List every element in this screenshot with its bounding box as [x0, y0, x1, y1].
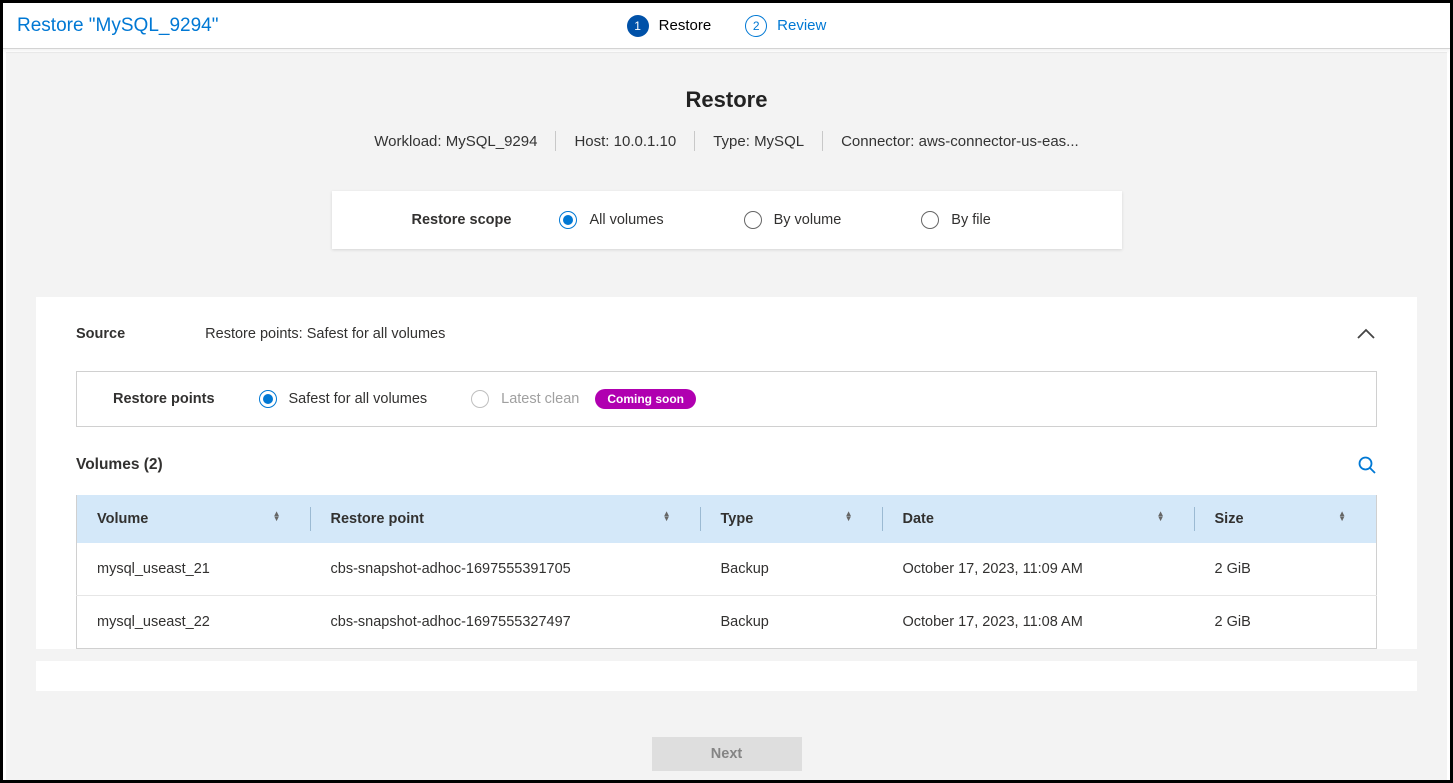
section-title: Restore — [6, 87, 1447, 113]
search-icon — [1357, 455, 1377, 475]
radio-icon — [559, 211, 577, 229]
cell-size: 2 GiB — [1195, 543, 1377, 596]
step-number: 1 — [627, 15, 649, 37]
col-date[interactable]: Date▲▼ — [883, 495, 1195, 543]
wizard-steps: 1 Restore 2 Review — [3, 15, 1450, 37]
col-size[interactable]: Size▲▼ — [1195, 495, 1377, 543]
coming-soon-badge: Coming soon — [595, 389, 696, 409]
restore-points-box: Restore points Safest for all volumes La… — [76, 371, 1377, 427]
radio-by-volume[interactable]: By volume — [744, 211, 842, 229]
table-row[interactable]: mysql_useast_22 cbs-snapshot-adhoc-16975… — [77, 596, 1377, 649]
source-label: Source — [76, 326, 125, 342]
col-volume[interactable]: Volume▲▼ — [77, 495, 311, 543]
chevron-up-icon — [1357, 328, 1375, 340]
radio-all-volumes[interactable]: All volumes — [559, 211, 663, 229]
radio-icon — [744, 211, 762, 229]
volumes-table: Volume▲▼ Restore point▲▼ Type▲▼ Date▲▼ S… — [76, 495, 1377, 649]
collapse-toggle[interactable] — [1355, 323, 1377, 345]
meta-workload: Workload: MySQL_9294 — [356, 133, 555, 150]
radio-safest[interactable]: Safest for all volumes — [259, 390, 428, 408]
source-value: Restore points: Safest for all volumes — [205, 326, 445, 342]
meta-connector: Connector: aws-connector-us-eas... — [823, 133, 1097, 150]
sort-icon: ▲▼ — [273, 511, 281, 521]
cell-size: 2 GiB — [1195, 596, 1377, 649]
sort-icon: ▲▼ — [845, 511, 853, 521]
next-button[interactable]: Next — [652, 737, 802, 771]
step-number: 2 — [745, 15, 767, 37]
cell-restore-point: cbs-snapshot-adhoc-1697555391705 — [311, 543, 701, 596]
cell-volume: mysql_useast_22 — [77, 596, 311, 649]
sort-icon: ▲▼ — [1338, 511, 1346, 521]
cell-restore-point: cbs-snapshot-adhoc-1697555327497 — [311, 596, 701, 649]
page-title[interactable]: Restore "MySQL_9294" — [17, 15, 218, 37]
step-review[interactable]: 2 Review — [745, 15, 826, 37]
col-restore-point[interactable]: Restore point▲▼ — [311, 495, 701, 543]
volumes-title: Volumes (2) — [76, 456, 163, 474]
cell-date: October 17, 2023, 11:08 AM — [883, 596, 1195, 649]
workload-meta: Workload: MySQL_9294 Host: 10.0.1.10 Typ… — [6, 131, 1447, 151]
source-panel: Source Restore points: Safest for all vo… — [36, 297, 1417, 649]
cell-date: October 17, 2023, 11:09 AM — [883, 543, 1195, 596]
meta-host: Host: 10.0.1.10 — [556, 133, 694, 150]
cell-type: Backup — [701, 543, 883, 596]
radio-latest-clean: Latest clean Coming soon — [471, 389, 696, 409]
step-restore[interactable]: 1 Restore — [627, 15, 712, 37]
restore-scope-panel: Restore scope All volumes By volume By f… — [332, 191, 1122, 249]
table-row[interactable]: mysql_useast_21 cbs-snapshot-adhoc-16975… — [77, 543, 1377, 596]
restore-scope-label: Restore scope — [332, 212, 560, 228]
cell-volume: mysql_useast_21 — [77, 543, 311, 596]
col-type[interactable]: Type▲▼ — [701, 495, 883, 543]
step-label: Restore — [659, 17, 712, 34]
radio-icon — [259, 390, 277, 408]
sort-icon: ▲▼ — [663, 511, 671, 521]
meta-type: Type: MySQL — [695, 133, 822, 150]
lower-panel — [36, 661, 1417, 691]
table-header-row: Volume▲▼ Restore point▲▼ Type▲▼ Date▲▼ S… — [77, 495, 1377, 543]
cell-type: Backup — [701, 596, 883, 649]
radio-by-file[interactable]: By file — [921, 211, 991, 229]
search-button[interactable] — [1357, 455, 1377, 475]
radio-icon — [921, 211, 939, 229]
restore-points-label: Restore points — [113, 391, 215, 407]
sort-icon: ▲▼ — [1157, 511, 1165, 521]
radio-icon — [471, 390, 489, 408]
step-label: Review — [777, 17, 826, 34]
